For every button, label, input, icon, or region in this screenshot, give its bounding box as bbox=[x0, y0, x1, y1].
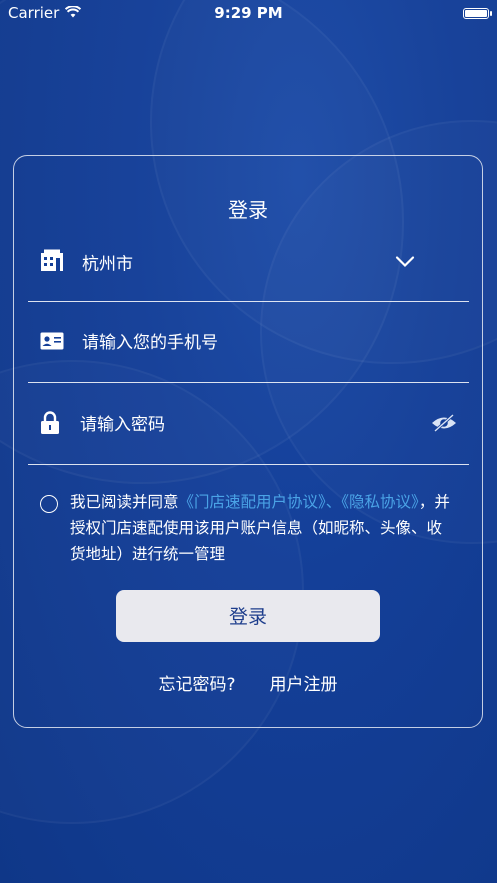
agreement-text: 我已阅读并同意《门店速配用户协议》、《隐私协议》，并授权门店速配使用该用户账户信… bbox=[70, 489, 450, 567]
agreement-separator: 、 bbox=[325, 493, 342, 511]
agreement-checkbox[interactable] bbox=[40, 495, 58, 513]
bottom-links: 忘记密码? 用户注册 bbox=[14, 670, 482, 695]
user-agreement-link[interactable]: 《门店速配用户协议》 bbox=[179, 493, 326, 511]
city-value: 杭州市 bbox=[82, 254, 133, 274]
agreement-prefix: 我已阅读并同意 bbox=[70, 493, 179, 511]
id-card-icon bbox=[40, 332, 64, 354]
city-selector[interactable]: 杭州市 bbox=[28, 222, 469, 302]
eye-slash-icon[interactable] bbox=[431, 413, 457, 437]
password-input[interactable] bbox=[78, 413, 402, 436]
register-link[interactable]: 用户注册 bbox=[270, 670, 338, 695]
forgot-password-link[interactable]: 忘记密码? bbox=[158, 670, 235, 695]
chevron-down-icon[interactable] bbox=[395, 252, 415, 271]
status-bar: Carrier 9:29 PM bbox=[0, 0, 497, 26]
login-button[interactable]: 登录 bbox=[116, 590, 380, 642]
privacy-agreement-link[interactable]: 《隐私协议》 bbox=[341, 493, 419, 511]
agreement: 我已阅读并同意《门店速配用户协议》、《隐私协议》，并授权门店速配使用该用户账户信… bbox=[40, 489, 450, 567]
phone-row bbox=[28, 303, 469, 383]
phone-input[interactable] bbox=[80, 331, 404, 354]
login-title: 登录 bbox=[228, 198, 268, 222]
status-time: 9:29 PM bbox=[214, 4, 283, 22]
lock-icon bbox=[40, 410, 60, 439]
login-card: 登录 杭州市 请输入您的手机号 我已阅读并同意《门店速配用户协议》、《隐私协议》… bbox=[13, 155, 483, 728]
password-row bbox=[28, 385, 469, 465]
building-icon bbox=[40, 249, 64, 275]
